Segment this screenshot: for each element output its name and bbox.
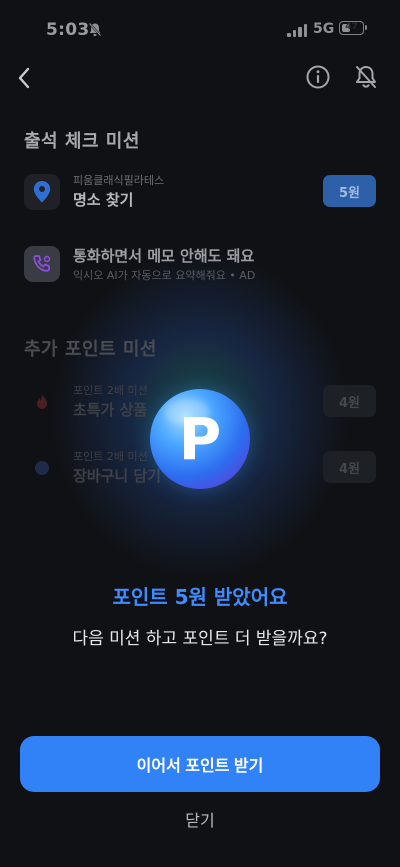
mission-subtitle: 익시오 AI가 자동으로 요약해줘요 • AD xyxy=(73,269,256,282)
reward-button[interactable]: 4원 xyxy=(323,385,376,417)
section-title-attendance: 출석 체크 미션 xyxy=(24,131,140,152)
mission-item[interactable]: 피움클래식필라테스 명소 찾기 5원 xyxy=(24,174,376,218)
battery-icon: 47 xyxy=(339,21,367,35)
mission-subtitle: 포인트 2배 미션 xyxy=(73,384,148,397)
status-time: 5:03 xyxy=(46,20,90,40)
location-pin-icon xyxy=(24,174,60,210)
network-label: 5G xyxy=(313,21,335,37)
cart-icon xyxy=(24,450,60,486)
section-title-extra: 추가 포인트 미션 xyxy=(24,339,157,360)
mission-name: 통화하면서 메모 안해도 돼요 xyxy=(73,247,255,265)
reward-headline: 포인트 5원 받았어요 xyxy=(112,585,288,609)
battery-label: 47 xyxy=(345,22,358,32)
mission-subtitle: 피움클래식필라테스 xyxy=(73,174,165,187)
mission-name: 초특가 상품 xyxy=(73,401,148,419)
reward-button[interactable]: 5원 xyxy=(323,175,376,207)
continue-points-button[interactable]: 이어서 포인트 받기 xyxy=(20,736,380,792)
signal-icon xyxy=(287,23,307,37)
mission-name: 명소 찾기 xyxy=(73,191,134,209)
chevron-left-icon xyxy=(18,67,30,89)
status-bar: 5:03 5G 47 xyxy=(0,0,400,58)
phone-icon xyxy=(24,246,60,282)
reward-button[interactable]: 4원 xyxy=(323,451,376,483)
point-coin-icon: P xyxy=(150,389,250,489)
back-button[interactable] xyxy=(10,62,38,94)
mission-name: 장바구니 담기 xyxy=(73,467,162,485)
fire-icon xyxy=(24,384,60,420)
reward-subline: 다음 미션 하고 포인트 더 받을까요? xyxy=(72,629,328,649)
notification-off-button[interactable] xyxy=(352,63,380,91)
close-button[interactable]: 닫기 xyxy=(160,806,240,836)
bell-off-icon xyxy=(356,66,376,88)
mission-item-ad[interactable]: 통화하면서 메모 안해도 돼요 익시오 AI가 자동으로 요약해줘요 • AD xyxy=(24,246,376,290)
mission-subtitle: 포인트 2배 미션 xyxy=(73,450,148,463)
bell-mute-icon xyxy=(88,22,102,41)
coin-letter: P xyxy=(178,405,222,473)
info-button[interactable] xyxy=(304,63,332,91)
info-icon xyxy=(306,65,330,89)
